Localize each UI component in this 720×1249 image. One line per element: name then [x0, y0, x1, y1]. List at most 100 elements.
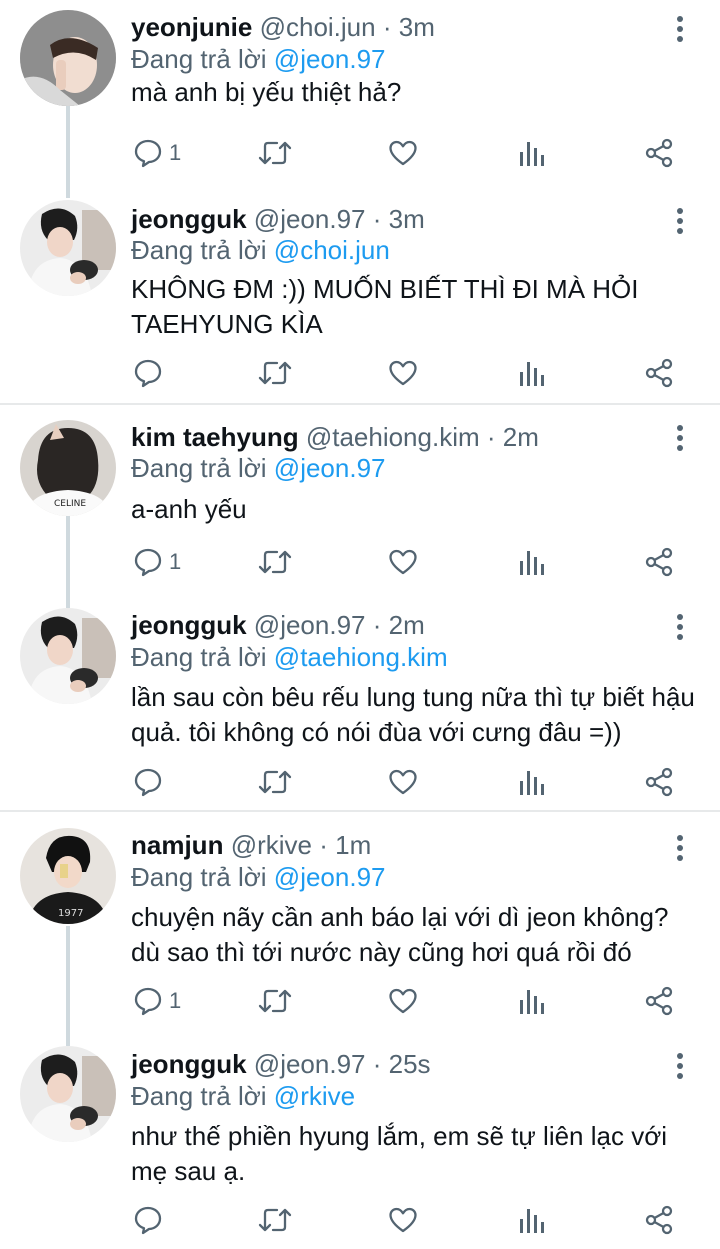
- more-vertical-icon[interactable]: [670, 14, 690, 44]
- reply-button[interactable]: [133, 353, 169, 393]
- svg-text:CELINE: CELINE: [54, 499, 86, 509]
- timestamp[interactable]: 2m: [389, 610, 425, 640]
- replying-mention[interactable]: @jeon.97: [274, 862, 386, 892]
- more-vertical-icon[interactable]: [670, 206, 690, 236]
- timestamp[interactable]: 1m: [335, 830, 371, 860]
- reply-count: 1: [169, 140, 182, 165]
- tweet-text: mà anh bị yếu thiệt hả?: [131, 77, 402, 107]
- separator: ·: [372, 204, 382, 234]
- timestamp[interactable]: 3m: [399, 12, 435, 42]
- tweet[interactable]: 1977 namjun @rkive · 1m Đang trả lời @je…: [0, 813, 720, 1029]
- timestamp[interactable]: 2m: [503, 422, 539, 452]
- like-button[interactable]: [388, 353, 418, 393]
- avatar[interactable]: [20, 1046, 116, 1142]
- views-button[interactable]: [518, 353, 544, 393]
- share-button[interactable]: [644, 353, 674, 393]
- tweet[interactable]: yeonjunie @choi.jun · 3m Đang trả lời @j…: [0, 0, 720, 196]
- views-button[interactable]: [518, 133, 544, 173]
- tweet-text: lần sau còn bêu rếu lung tung nữa thì tự…: [131, 682, 695, 747]
- more-vertical-icon[interactable]: [670, 423, 690, 453]
- timestamp[interactable]: 3m: [389, 204, 425, 234]
- tweet[interactable]: jeongguk @jeon.97 · 3m Đang trả lời @cho…: [0, 196, 720, 404]
- like-button[interactable]: [388, 542, 418, 582]
- handle[interactable]: @taehiong.kim: [306, 422, 480, 452]
- views-button[interactable]: [518, 1200, 544, 1240]
- like-button[interactable]: [388, 1200, 418, 1240]
- replying-to: Đang trả lời @jeon.97: [131, 860, 386, 894]
- heart-icon: [388, 547, 418, 577]
- avatar[interactable]: 1977: [20, 828, 116, 924]
- tweet[interactable]: CELINE kim taehyung @taehiong.kim · 2m Đ…: [0, 406, 720, 600]
- replying-to: Đang trả lời @choi.jun: [131, 233, 390, 267]
- heart-icon: [388, 1205, 418, 1235]
- handle[interactable]: @choi.jun: [260, 12, 376, 42]
- display-name[interactable]: namjun: [131, 830, 223, 860]
- tweet-header: jeongguk @jeon.97 · 2m: [131, 608, 425, 642]
- views-button[interactable]: [518, 542, 544, 582]
- reply-button[interactable]: [133, 1200, 169, 1240]
- share-button[interactable]: [644, 762, 674, 802]
- retweet-button[interactable]: [258, 981, 292, 1021]
- timestamp[interactable]: 25s: [389, 1049, 431, 1079]
- handle[interactable]: @jeon.97: [254, 610, 366, 640]
- replying-to: Đang trả lời @jeon.97: [131, 451, 386, 485]
- display-name[interactable]: jeongguk: [131, 610, 247, 640]
- replying-mention[interactable]: @choi.jun: [274, 235, 390, 265]
- tweet-header: yeonjunie @choi.jun · 3m: [131, 10, 435, 44]
- reply-button[interactable]: 1: [133, 981, 181, 1021]
- replying-label: Đang trả lời: [131, 862, 267, 892]
- replying-mention[interactable]: @jeon.97: [274, 44, 386, 74]
- replying-mention[interactable]: @jeon.97: [274, 453, 386, 483]
- display-name[interactable]: yeonjunie: [131, 12, 252, 42]
- tweet-text: KHÔNG ĐM :)) MUỐN BIẾT THÌ ĐI MÀ HỎI TAE…: [131, 274, 639, 339]
- reply-button[interactable]: 1: [133, 133, 181, 173]
- avatar[interactable]: [20, 608, 116, 704]
- views-button[interactable]: [518, 981, 544, 1021]
- reply-button[interactable]: 1: [133, 542, 181, 582]
- reply-icon: [133, 358, 163, 388]
- like-button[interactable]: [388, 133, 418, 173]
- replying-label: Đang trả lời: [131, 235, 267, 265]
- display-name[interactable]: jeongguk: [131, 204, 247, 234]
- handle[interactable]: @jeon.97: [254, 204, 366, 234]
- tweet-actions: [0, 1200, 720, 1240]
- more-vertical-icon[interactable]: [670, 833, 690, 863]
- retweet-button[interactable]: [258, 133, 292, 173]
- views-icon: [518, 547, 544, 577]
- separator: ·: [486, 422, 496, 452]
- replying-mention[interactable]: @taehiong.kim: [274, 642, 448, 672]
- avatar[interactable]: [20, 200, 116, 296]
- reply-button[interactable]: [133, 762, 169, 802]
- share-icon: [644, 986, 674, 1016]
- share-button[interactable]: [644, 1200, 674, 1240]
- heart-icon: [388, 138, 418, 168]
- tweet[interactable]: jeongguk @jeon.97 · 25s Đang trả lời @rk…: [0, 1040, 720, 1249]
- retweet-button[interactable]: [258, 353, 292, 393]
- share-button[interactable]: [644, 542, 674, 582]
- retweet-button[interactable]: [258, 762, 292, 802]
- display-name[interactable]: kim taehyung: [131, 422, 299, 452]
- more-vertical-icon[interactable]: [670, 612, 690, 642]
- reply-icon: [133, 138, 163, 168]
- views-button[interactable]: [518, 762, 544, 802]
- views-icon: [518, 358, 544, 388]
- views-icon: [518, 138, 544, 168]
- avatar[interactable]: [20, 10, 116, 106]
- share-button[interactable]: [644, 981, 674, 1021]
- like-button[interactable]: [388, 981, 418, 1021]
- avatar[interactable]: CELINE: [20, 420, 116, 516]
- tweet-actions: 1: [0, 542, 720, 582]
- tweet[interactable]: jeongguk @jeon.97 · 2m Đang trả lời @tae…: [0, 600, 720, 810]
- replying-mention[interactable]: @rkive: [274, 1081, 355, 1111]
- share-button[interactable]: [644, 133, 674, 173]
- retweet-button[interactable]: [258, 542, 292, 582]
- more-vertical-icon[interactable]: [670, 1051, 690, 1081]
- retweet-button[interactable]: [258, 1200, 292, 1240]
- reply-icon: [133, 986, 163, 1016]
- handle[interactable]: @jeon.97: [254, 1049, 366, 1079]
- like-button[interactable]: [388, 762, 418, 802]
- display-name[interactable]: jeongguk: [131, 1049, 247, 1079]
- heart-icon: [388, 767, 418, 797]
- handle[interactable]: @rkive: [231, 830, 312, 860]
- tweet-actions: [0, 762, 720, 802]
